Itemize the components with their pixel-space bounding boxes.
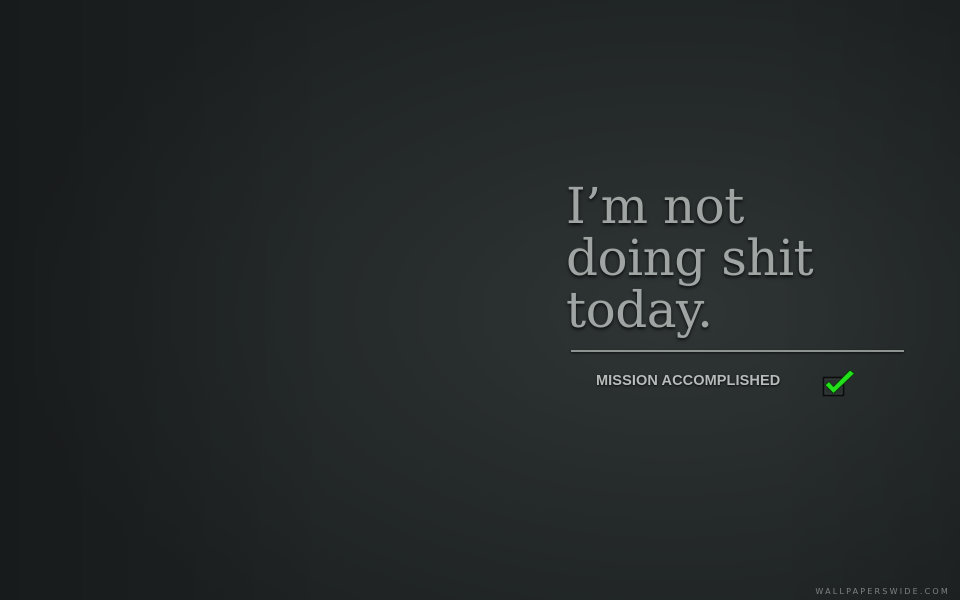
mission-status: MISSION ACCOMPLISHED [596,362,876,398]
quote-line-2: doing shit [566,229,814,287]
watermark: WALLPAPERSWIDE.COM [815,587,950,596]
divider-line [571,350,904,352]
quote-line-1: I’m not [566,177,744,235]
wallpaper: I’m not doing shit today. MISSION ACCOMP… [0,0,960,600]
mission-status-label: MISSION ACCOMPLISHED [596,373,781,389]
quote-line-3: today. [566,281,713,339]
checkbox-checked-icon [822,369,855,397]
quote-text: I’m not doing shit today. [566,180,906,336]
